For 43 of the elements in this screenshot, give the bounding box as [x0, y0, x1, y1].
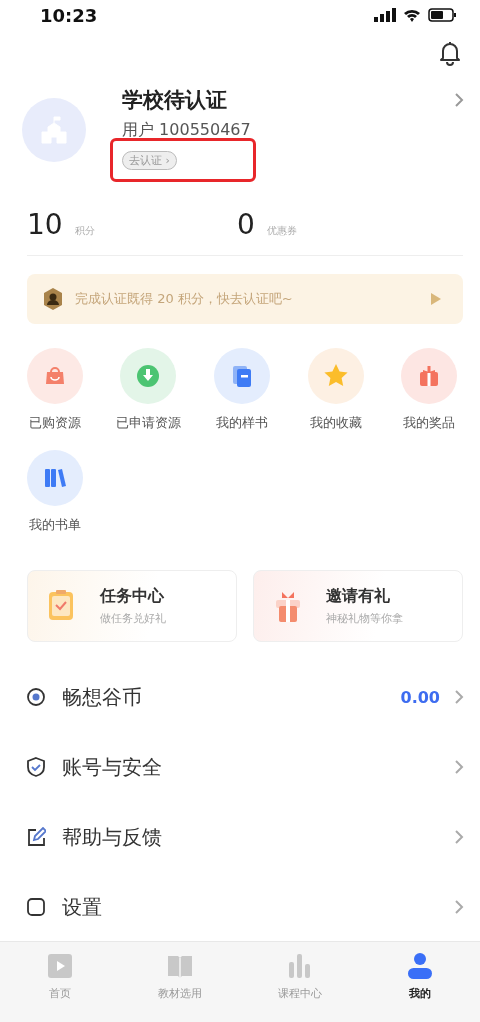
book-icon[interactable]: [214, 348, 270, 404]
chevron-icon[interactable]: [454, 759, 464, 775]
stat-value: 10: [27, 208, 63, 241]
banner-text: 完成认证既得 20 积分，快去认证吧~: [75, 290, 294, 308]
feature-card[interactable]: 邀请有礼 神秘礼物等你拿: [253, 570, 463, 642]
menu-item[interactable]: 账号与安全: [62, 753, 454, 781]
chevron-icon[interactable]: [454, 92, 464, 108]
badge-icon: [41, 287, 65, 311]
menu-item[interactable]: 畅想谷币: [62, 683, 401, 711]
shortcut-label[interactable]: 我的奖品: [403, 414, 456, 432]
bell-icon[interactable]: [438, 40, 462, 66]
shortcut-label[interactable]: 已购资源: [28, 414, 81, 432]
edit-icon: [26, 827, 46, 847]
play-icon: [46, 952, 74, 980]
battery-icon: [428, 8, 456, 22]
shortcut-label[interactable]: 已申请资源: [115, 414, 181, 432]
card-title: 邀请有礼: [326, 586, 391, 607]
chevron-icon[interactable]: [454, 829, 464, 845]
shield-icon: [26, 757, 46, 777]
menu-item[interactable]: 帮助与反馈: [62, 823, 454, 851]
tab[interactable]: 我的: [360, 942, 480, 1022]
user-id: 用户 100550467: [122, 120, 251, 141]
menu-item[interactable]: 设置: [62, 893, 454, 921]
stat-label: 优惠券: [266, 224, 297, 238]
chevron-icon[interactable]: [454, 899, 464, 915]
user-icon: [406, 952, 434, 980]
card-title: 任务中心: [100, 586, 165, 607]
shortcut-label[interactable]: 我的收藏: [309, 414, 362, 432]
play-icon: [431, 293, 441, 305]
profile-title: 学校待认证: [122, 87, 227, 114]
status-time: 10:23: [40, 4, 98, 26]
shortcut-label[interactable]: 我的样书: [216, 414, 268, 432]
signal-icon: [374, 8, 396, 22]
stat-value: 0: [237, 208, 255, 241]
stat-label: 积分: [74, 224, 95, 238]
chevron-icon[interactable]: [454, 689, 464, 705]
coin-balance: 0.00: [400, 687, 440, 707]
shortcut-label[interactable]: 我的书单: [28, 516, 81, 534]
card-subtitle: 神秘礼物等你拿: [326, 611, 403, 626]
target-icon: [26, 687, 46, 707]
wifi-icon: [404, 8, 420, 22]
card-subtitle: 做任务兑好礼: [100, 611, 166, 626]
feature-card[interactable]: 任务中心 做任务兑好礼: [27, 570, 237, 642]
